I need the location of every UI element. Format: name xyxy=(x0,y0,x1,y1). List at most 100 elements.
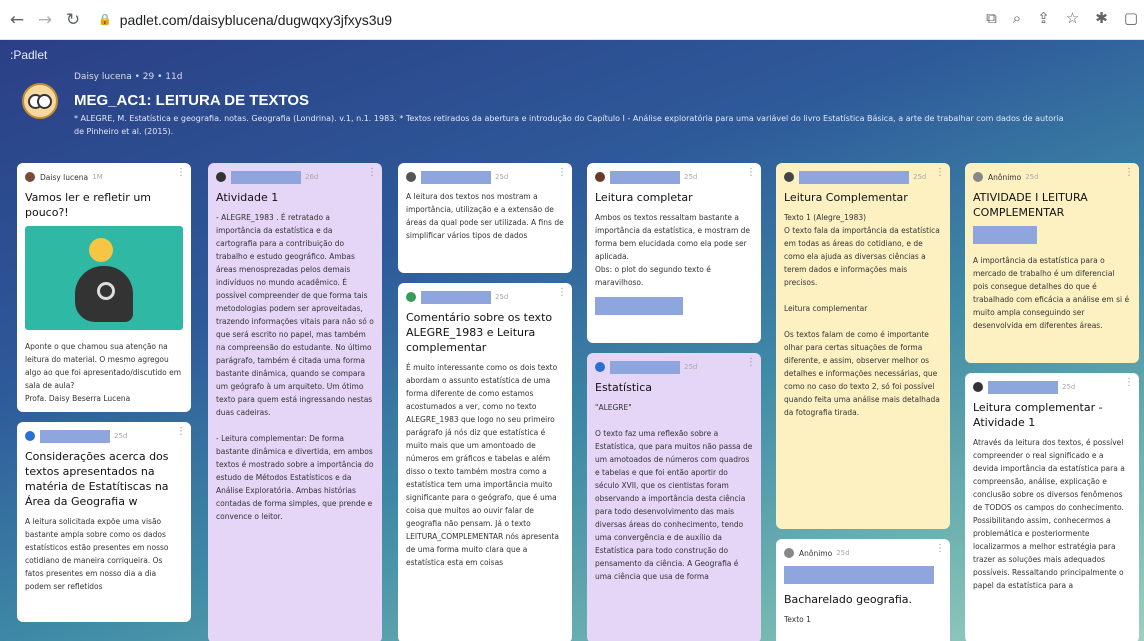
gear-icon xyxy=(97,282,115,300)
column-3: 25d ⋮ A leitura dos textos nos mostram a… xyxy=(398,163,572,641)
post-card[interactable]: 26d ⋮ Atividade 1 - ALEGRE_1983 . É retr… xyxy=(208,163,382,641)
column-2: 26d ⋮ Atividade 1 - ALEGRE_1983 . É retr… xyxy=(208,163,382,641)
more-options-icon[interactable]: ⋮ xyxy=(746,357,756,368)
post-body: A leitura solicitada expõe uma visão bas… xyxy=(25,517,169,591)
post-body: Texto 1 (Alegre_1983) O texto fala da im… xyxy=(784,213,940,417)
column-5: 25d ⋮ Leitura Complementar Texto 1 (Aleg… xyxy=(776,163,950,641)
post-author: Daisy lucena xyxy=(40,172,89,182)
board-avatar-icon xyxy=(22,83,58,119)
more-options-icon[interactable]: ⋮ xyxy=(935,167,945,178)
avatar xyxy=(973,172,983,182)
url-text: padlet.com/daisyblucena/dugwqxy3jfxys3u9 xyxy=(119,11,393,28)
avatar xyxy=(784,548,794,558)
post-body: A importância da estatística para o merc… xyxy=(973,256,1130,330)
extensions-icon[interactable]: ✱ xyxy=(1095,9,1108,27)
padlet-board: :Padlet Daisy lucena • 29 • 11d MEG_AC1:… xyxy=(0,40,1144,641)
zoom-icon[interactable]: ⌕ xyxy=(1013,9,1021,27)
post-card[interactable]: 25d ⋮ Leitura complementar - Atividade 1… xyxy=(965,373,1139,641)
post-age: 25d xyxy=(114,432,128,440)
post-title: Vamos ler e refletir um pouco?! xyxy=(25,191,152,219)
post-age: 25d xyxy=(1025,173,1039,181)
avatar xyxy=(406,292,416,302)
post-card[interactable]: 25d ⋮ Comentário sobre os texto ALEGRE_1… xyxy=(398,283,572,641)
column-1: Daisy lucena 1M ⋮ Vamos ler e refletir u… xyxy=(17,163,191,632)
post-card[interactable]: 25d ⋮ Estatística "ALEGRE" O texto faz u… xyxy=(587,353,761,641)
redacted-author xyxy=(40,429,110,443)
post-body: "ALEGRE" O texto faz uma reflexão sobre … xyxy=(595,403,753,581)
redacted-author xyxy=(610,170,680,184)
post-age: 25d xyxy=(495,173,509,181)
avatar xyxy=(973,382,983,392)
post-age: 25d xyxy=(495,293,509,301)
post-age: 25d xyxy=(836,549,850,557)
redacted-author xyxy=(421,290,491,304)
post-title: Leitura completar xyxy=(595,191,693,204)
post-title: Leitura Complementar xyxy=(784,191,908,204)
more-options-icon[interactable]: ⋮ xyxy=(935,543,945,554)
more-options-icon[interactable]: ⋮ xyxy=(746,167,756,178)
post-title: Atividade 1 xyxy=(216,191,279,204)
back-icon[interactable]: ← xyxy=(6,9,28,31)
post-author: Anônimo xyxy=(799,548,833,558)
redacted-author xyxy=(988,380,1058,394)
post-card[interactable]: Anônimo 25d ⋮ Bacharelado geografia. Tex… xyxy=(776,539,950,641)
board-title: MEG_AC1: LEITURA DE TEXTOS xyxy=(74,92,310,109)
redacted-author xyxy=(231,170,301,184)
lock-icon: 🔒 xyxy=(98,14,112,26)
bookmark-star-icon[interactable]: ☆ xyxy=(1066,9,1079,27)
address-bar[interactable]: 🔒 padlet.com/daisyblucena/dugwqxy3jfxys3… xyxy=(98,12,392,28)
post-body: Texto 1 xyxy=(784,615,811,624)
avatar xyxy=(25,431,35,441)
more-options-icon[interactable]: ⋮ xyxy=(1124,167,1134,178)
post-age: 25d xyxy=(684,363,698,371)
post-card[interactable]: Anônimo 25d ⋮ ATIVIDADE I LEITURA COMPLE… xyxy=(965,163,1139,363)
redacted-author xyxy=(610,360,680,374)
post-card[interactable]: 25d ⋮ A leitura dos textos nos mostram a… xyxy=(398,163,572,273)
avatar xyxy=(595,362,605,372)
padlet-logo[interactable]: :Padlet xyxy=(10,48,47,62)
more-options-icon[interactable]: ⋮ xyxy=(1124,377,1134,388)
post-body: A leitura dos textos nos mostram a impor… xyxy=(406,192,564,240)
column-4: 25d ⋮ Leitura completar Ambos os textos … xyxy=(587,163,761,641)
more-options-icon[interactable]: ⋮ xyxy=(557,287,567,298)
post-card[interactable]: 25d ⋮ Leitura completar Ambos os textos … xyxy=(587,163,761,343)
avatar xyxy=(216,172,226,182)
board-description: * ALEGRE, M. Estatística e geografia. no… xyxy=(74,114,1064,136)
reload-icon[interactable]: ↻ xyxy=(62,9,84,31)
more-options-icon[interactable]: ⋮ xyxy=(557,167,567,178)
post-title: Leitura complementar - Atividade 1 xyxy=(973,401,1103,429)
more-options-icon[interactable]: ⋮ xyxy=(176,167,186,178)
redacted-image xyxy=(784,566,934,584)
post-title: ATIVIDADE I LEITURA COMPLEMENTAR xyxy=(973,191,1088,219)
post-body: É muito interessante como os dois texto … xyxy=(406,363,559,567)
post-body: Aponte o que chamou sua atenção na leitu… xyxy=(25,342,182,403)
post-image[interactable] xyxy=(25,226,183,330)
avatar xyxy=(595,172,605,182)
post-age: 25d xyxy=(684,173,698,181)
post-age: 1M xyxy=(92,173,103,181)
post-title: Considerações acerca dos textos apresent… xyxy=(25,450,169,508)
post-title: Comentário sobre os texto ALEGRE_1983 e … xyxy=(406,311,553,354)
sidepanel-icon[interactable]: ▢ xyxy=(1124,9,1138,27)
board-author: Daisy lucena • 29 • 11d xyxy=(74,72,183,82)
column-6: Anônimo 25d ⋮ ATIVIDADE I LEITURA COMPLE… xyxy=(965,163,1139,641)
post-age: 26d xyxy=(305,173,319,181)
avatar xyxy=(784,172,794,182)
post-card[interactable]: Daisy lucena 1M ⋮ Vamos ler e refletir u… xyxy=(17,163,191,412)
post-body: Através da leitura dos textos, é possíve… xyxy=(973,438,1125,590)
post-body: Ambos os textos ressaltam bastante a imp… xyxy=(595,213,751,287)
redacted-attachment xyxy=(595,297,683,315)
more-options-icon[interactable]: ⋮ xyxy=(367,167,377,178)
redacted-image xyxy=(973,226,1037,244)
redacted-author xyxy=(421,170,491,184)
more-options-icon[interactable]: ⋮ xyxy=(176,426,186,437)
avatar xyxy=(406,172,416,182)
share-icon[interactable]: ⇪ xyxy=(1037,9,1050,27)
post-card[interactable]: 25d ⋮ Considerações acerca dos textos ap… xyxy=(17,422,191,622)
post-body: - ALEGRE_1983 . É retratado a importânci… xyxy=(216,213,374,521)
post-card[interactable]: 25d ⋮ Leitura Complementar Texto 1 (Aleg… xyxy=(776,163,950,529)
forward-icon[interactable]: → xyxy=(34,9,56,31)
install-icon[interactable]: ⧉ xyxy=(986,9,997,27)
post-author: Anônimo xyxy=(988,172,1022,182)
post-title: Estatística xyxy=(595,381,652,394)
